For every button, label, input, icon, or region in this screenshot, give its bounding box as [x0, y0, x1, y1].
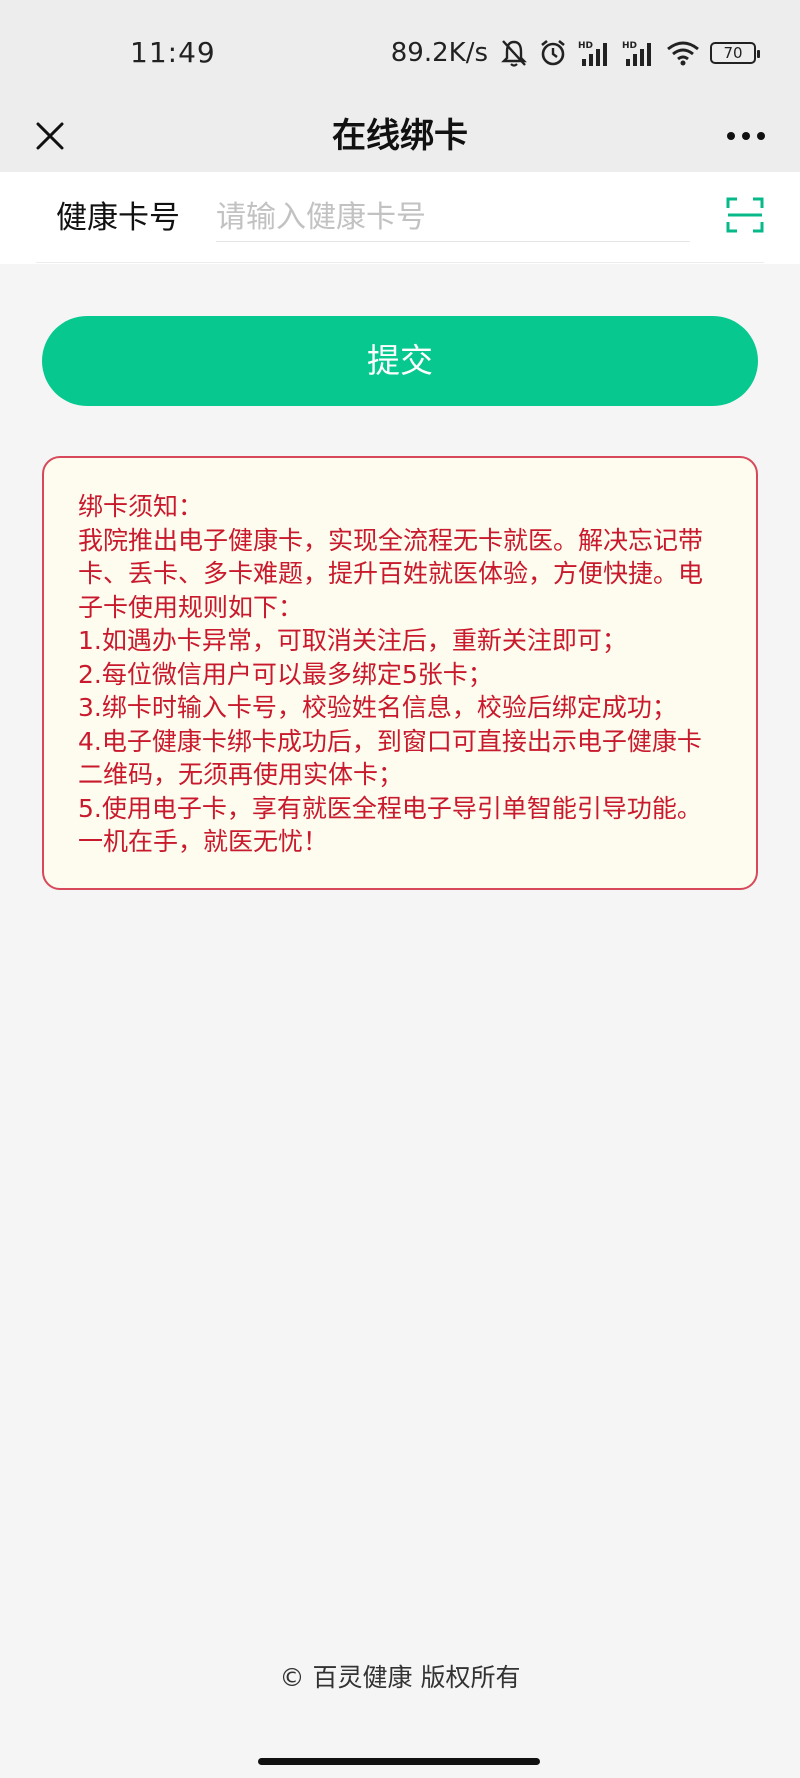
- more-button[interactable]: [714, 108, 778, 164]
- notice-rule: 2.每位微信用户可以最多绑定5张卡；: [78, 659, 493, 689]
- more-icon: [727, 132, 735, 140]
- battery-icon: 70: [710, 42, 760, 64]
- more-icon-dot: [742, 132, 750, 140]
- status-time: 11:49: [130, 36, 216, 69]
- close-icon: [36, 122, 64, 150]
- copyright-footer: © 百灵健康 版权所有: [279, 1663, 521, 1692]
- notice-rule: 3.绑卡时输入卡号，校验姓名信息，校验后绑定成功；: [78, 693, 677, 722]
- notice-box: 绑卡须知： 我院推出电子健康卡，实现全流程无卡就医。解决忘记带卡、丢卡、多卡难题…: [42, 456, 758, 890]
- scan-icon: [726, 197, 764, 233]
- hd-signal-icon: HD: [578, 39, 612, 67]
- wifi-icon: [666, 40, 700, 66]
- mute-bell-icon: [500, 38, 528, 68]
- notice-title: 绑卡须知：: [78, 492, 204, 521]
- notice-rule: 1.如遇办卡异常，可取消关注后，重新关注即可；: [78, 626, 627, 655]
- notice-intro: 我院推出电子健康卡，实现全流程无卡就医。解决忘记带卡、丢卡、多卡难题，提升百姓就…: [78, 525, 704, 622]
- status-bar: 11:49 89.2K/s HD HD 70: [0, 0, 800, 100]
- svg-text:HD: HD: [578, 41, 593, 51]
- card-number-input[interactable]: [216, 194, 690, 242]
- notice-rule: 4.电子健康卡绑卡成功后，到窗口可直接出示电子健康卡二维码，无须再使用实体卡；: [78, 726, 702, 790]
- card-number-row: 健康卡号: [0, 172, 800, 264]
- submit-button[interactable]: 提交: [42, 316, 758, 406]
- page-title: 在线绑卡: [332, 116, 468, 156]
- hd-signal-icon: HD: [622, 39, 656, 67]
- notice-rule: 5.使用电子卡，享有就医全程电子导引单智能引导功能。一机在手，就医无忧！: [78, 793, 702, 857]
- network-speed: 89.2K/s: [390, 38, 488, 68]
- svg-text:HD: HD: [622, 41, 637, 51]
- scan-button[interactable]: [726, 196, 764, 234]
- alarm-icon: [538, 38, 568, 68]
- home-indicator[interactable]: [258, 1758, 540, 1765]
- nav-bar: 在线绑卡: [0, 100, 800, 172]
- close-button[interactable]: [22, 108, 78, 164]
- more-icon-dot: [757, 132, 765, 140]
- divider: [36, 262, 764, 263]
- status-icons: 89.2K/s HD HD 70: [390, 36, 760, 70]
- card-number-label: 健康卡号: [56, 200, 180, 236]
